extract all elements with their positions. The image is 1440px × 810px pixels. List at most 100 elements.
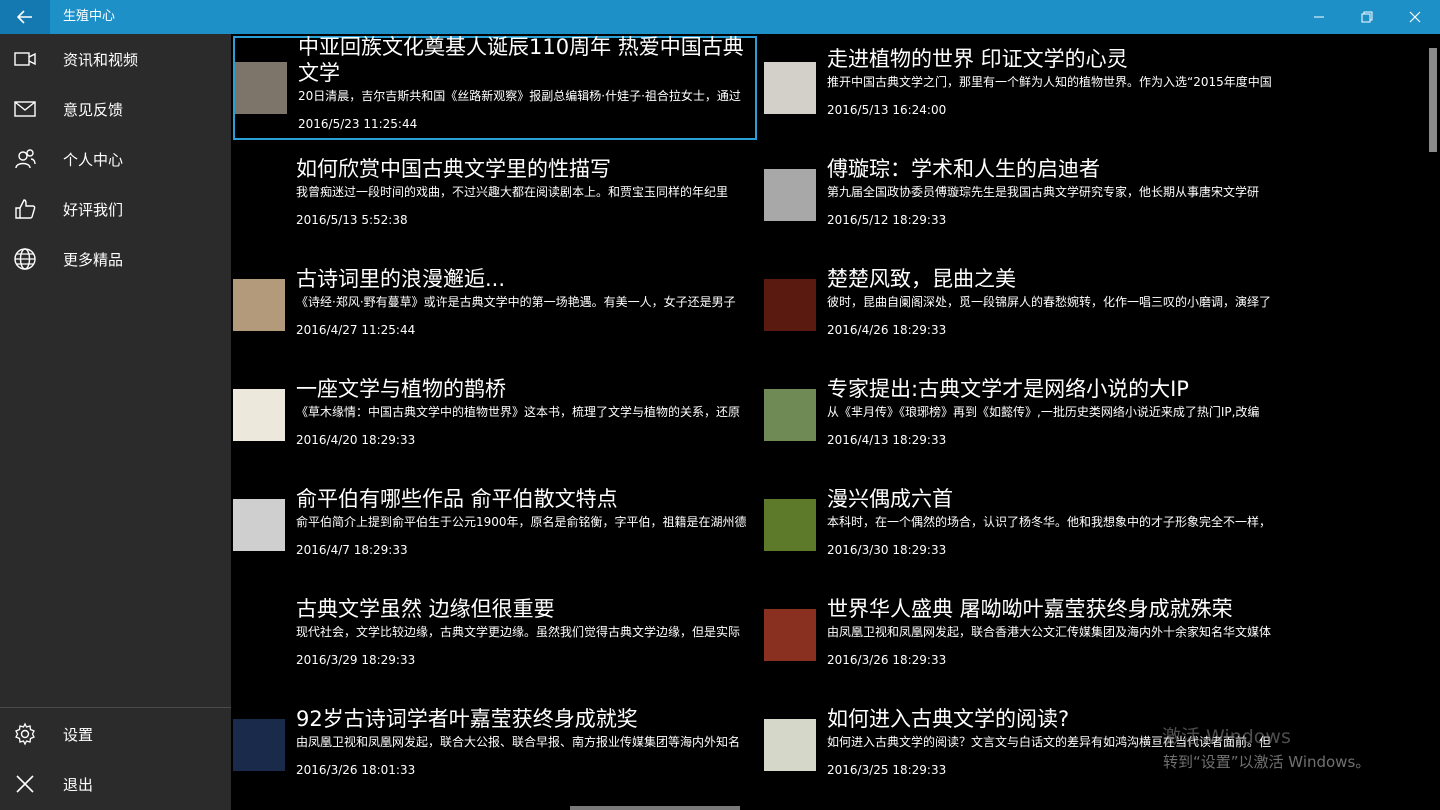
article-card[interactable]: 中亚回族文化奠基人诞辰110周年 热爱中国古典文学 20日清晨，吉尔吉斯共和国《… — [233, 36, 757, 140]
article-card[interactable]: 92岁古诗词学者叶嘉莹获终身成就奖 由凤凰卫视和凤凰网发起，联合大公报、联合早报… — [231, 702, 755, 806]
article-title: 如何欣赏中国古典文学里的性描写 — [296, 157, 611, 181]
mail-icon — [14, 101, 36, 117]
article-date: 2016/4/20 18:29:33 — [296, 433, 416, 447]
minimize-icon — [1314, 16, 1324, 18]
article-title: 92岁古诗词学者叶嘉莹获终身成就奖 — [296, 707, 638, 731]
scrollbar-thumb[interactable] — [1429, 48, 1437, 152]
article-card[interactable]: 古典文学虽然 边缘但很重要 现代社会，文学比较边缘，古典文学更边缘。虽然我们觉得… — [231, 592, 755, 696]
nav-label: 更多精品 — [63, 250, 124, 269]
article-date: 2016/3/26 18:29:33 — [827, 653, 947, 667]
article-date: 2016/5/12 18:29:33 — [827, 213, 947, 227]
article-card[interactable]: 世界华人盛典 屠呦呦叶嘉莹获终身成就殊荣 由凤凰卫视和凤凰网发起，联合香港大公文… — [762, 592, 1286, 696]
article-card[interactable]: 傅璇琮：学术和人生的启迪者 第九届全国政协委员傅璇琮先生是我国古典文学研究专家，… — [762, 152, 1286, 256]
article-summary: 由凤凰卫视和凤凰网发起，联合大公报、联合早报、南方报业传媒集团等海内外知名 — [296, 735, 741, 749]
article-thumbnail — [764, 719, 816, 771]
article-thumbnail — [233, 389, 285, 441]
people-icon — [15, 149, 36, 169]
article-card[interactable]: 楚楚风致，昆曲之美 彼时，昆曲自阑阁深处，觅一段锦屏人的春愁婉转，化作一唱三叹的… — [762, 262, 1286, 366]
article-title: 中亚回族文化奠基人诞辰110周年 热爱中国古典文学 — [298, 36, 744, 85]
close-icon — [16, 775, 34, 793]
article-thumbnail — [764, 389, 816, 441]
thumbs-up-icon — [15, 199, 36, 219]
activation-watermark-title: 激活 Windows — [1162, 726, 1291, 748]
article-summary: 20日清晨，吉尔吉斯共和国《丝路新观察》报副总编辑杨·什娃子·祖合拉女士，通过 — [298, 89, 741, 103]
article-date: 2016/3/30 18:29:33 — [827, 543, 947, 557]
article-title: 古典文学虽然 边缘但很重要 — [296, 597, 555, 621]
nav-label: 资讯和视频 — [63, 50, 139, 69]
gear-icon — [15, 722, 35, 746]
minimize-button[interactable] — [1295, 0, 1343, 34]
article-summary: 现代社会，文学比较边缘，古典文学更边缘。虽然我们觉得古典文学边缘，但是实际 — [296, 625, 741, 639]
article-date: 2016/3/26 18:01:33 — [296, 763, 416, 777]
article-card[interactable]: 一座文学与植物的鹊桥 《草木缘情：中国古典文学中的植物世界》这本书，梳理了文学与… — [231, 372, 755, 476]
nav-item-exit[interactable]: 退出 — [0, 759, 231, 809]
nav-item-rate-us[interactable]: 好评我们 — [0, 184, 231, 234]
nav-item-feedback[interactable]: 意见反馈 — [0, 84, 231, 134]
article-card[interactable]: 如何欣赏中国古典文学里的性描写 我曾痴迷过一段时间的戏曲，不过兴趣大都在阅读剧本… — [231, 152, 755, 256]
app-title: 生殖中心 — [63, 9, 116, 24]
article-title: 漫兴偶成六首 — [827, 487, 953, 511]
article-summary: 我曾痴迷过一段时间的戏曲，不过兴趣大都在阅读剧本上。和贾宝玉同样的年纪里 — [296, 185, 729, 199]
article-summary: 彼时，昆曲自阑阁深处，觅一段锦屏人的春愁婉转，化作一唱三叹的小磨调，演绎了 — [827, 295, 1272, 309]
article-title: 俞平伯有哪些作品 俞平伯散文特点 — [296, 487, 618, 511]
nav-item-profile[interactable]: 个人中心 — [0, 134, 231, 184]
article-thumbnail — [233, 719, 285, 771]
nav-item-more-apps[interactable]: 更多精品 — [0, 234, 231, 284]
article-grid: 中亚回族文化奠基人诞辰110周年 热爱中国古典文学 20日清晨，吉尔吉斯共和国《… — [231, 34, 1426, 810]
article-thumbnail — [764, 169, 816, 221]
sidebar: 资讯和视频 意见反馈 个人中心 好评我们 更多精品 设置 退出 — [0, 34, 232, 810]
article-title: 古诗词里的浪漫邂逅... — [296, 267, 506, 291]
article-date: 2016/4/13 18:29:33 — [827, 433, 947, 447]
article-card[interactable]: 专家提出:古典文学才是网络小说的大IP 从《芈月传》《琅琊榜》再到《如懿传》,一… — [762, 372, 1286, 476]
video-icon — [14, 52, 36, 66]
article-date: 2016/4/26 18:29:33 — [827, 323, 947, 337]
restore-icon — [1361, 11, 1373, 23]
restore-button[interactable] — [1343, 0, 1391, 34]
article-summary: 本科时，在一个偶然的场合，认识了杨冬华。他和我想象中的才子形象完全不一样， — [827, 515, 1272, 529]
article-card[interactable]: 俞平伯有哪些作品 俞平伯散文特点 俞平伯简介上提到俞平伯生于公元1900年，原名… — [231, 482, 755, 586]
article-date: 2016/5/13 5:52:38 — [296, 213, 408, 227]
back-button[interactable] — [0, 0, 50, 34]
article-card[interactable]: 古诗词里的浪漫邂逅... 《诗经·郑风·野有蔓草》或许是古典文学中的第一场艳遇。… — [231, 262, 755, 366]
back-arrow-icon — [17, 10, 32, 24]
article-thumbnail — [235, 62, 287, 114]
horizontal-scroll-indicator — [570, 806, 740, 810]
close-window-button[interactable] — [1391, 0, 1439, 34]
article-thumbnail — [233, 279, 285, 331]
nav-label: 好评我们 — [63, 200, 124, 219]
close-icon — [1409, 11, 1421, 23]
article-summary: 《诗经·郑风·野有蔓草》或许是古典文学中的第一场艳遇。有美一人，女子还是男子 — [296, 295, 736, 309]
article-thumbnail — [233, 499, 285, 551]
article-date: 2016/5/23 11:25:44 — [298, 117, 418, 131]
article-summary: 推开中国古典文学之门，那里有一个鲜为人知的植物世界。作为入选“2015年度中国 — [827, 75, 1272, 89]
nav-item-news-video[interactable]: 资讯和视频 — [0, 34, 231, 84]
article-summary: 《草木缘情：中国古典文学中的植物世界》这本书，梳理了文学与植物的关系，还原 — [296, 405, 741, 419]
article-date: 2016/4/7 18:29:33 — [296, 543, 408, 557]
article-title: 傅璇琮：学术和人生的启迪者 — [827, 157, 1100, 181]
nav-label: 意见反馈 — [63, 100, 124, 119]
article-summary: 第九届全国政协委员傅璇琮先生是我国古典文学研究专家，他长期从事唐宋文学研 — [827, 185, 1260, 199]
article-date: 2016/3/25 18:29:33 — [827, 763, 947, 777]
sidebar-divider — [0, 707, 231, 708]
article-title: 一座文学与植物的鹊桥 — [296, 377, 506, 401]
activation-watermark-text: 转到“设置”以激活 Windows。 — [1163, 753, 1371, 771]
nav-label: 设置 — [63, 725, 94, 744]
article-card[interactable]: 走进植物的世界 印证文学的心灵 推开中国古典文学之门，那里有一个鲜为人知的植物世… — [762, 36, 1286, 140]
article-summary: 从《芈月传》《琅琊榜》再到《如懿传》,一批历史类网络小说近来成了热门IP,改编 — [827, 405, 1260, 419]
article-summary: 俞平伯简介上提到俞平伯生于公元1900年，原名是俞铭衡，字平伯，祖籍是在湖州德 — [296, 515, 747, 529]
vertical-scrollbar[interactable] — [1426, 34, 1440, 810]
article-title: 楚楚风致，昆曲之美 — [827, 267, 1016, 291]
article-card[interactable]: 漫兴偶成六首 本科时，在一个偶然的场合，认识了杨冬华。他和我想象中的才子形象完全… — [762, 482, 1286, 586]
article-summary: 由凤凰卫视和凤凰网发起，联合香港大公文汇传媒集团及海内外十余家知名华文媒体 — [827, 625, 1272, 639]
nav-item-settings[interactable]: 设置 — [0, 709, 231, 759]
article-title: 走进植物的世界 印证文学的心灵 — [827, 47, 1128, 71]
title-bar: 生殖中心 — [0, 0, 1440, 34]
article-thumbnail — [764, 609, 816, 661]
nav-label: 个人中心 — [63, 150, 124, 169]
globe-icon — [14, 248, 36, 270]
nav-label: 退出 — [63, 775, 94, 794]
article-date: 2016/4/27 11:25:44 — [296, 323, 416, 337]
article-title: 世界华人盛典 屠呦呦叶嘉莹获终身成就殊荣 — [827, 597, 1233, 621]
article-thumbnail — [764, 62, 816, 114]
article-thumbnail — [764, 279, 816, 331]
